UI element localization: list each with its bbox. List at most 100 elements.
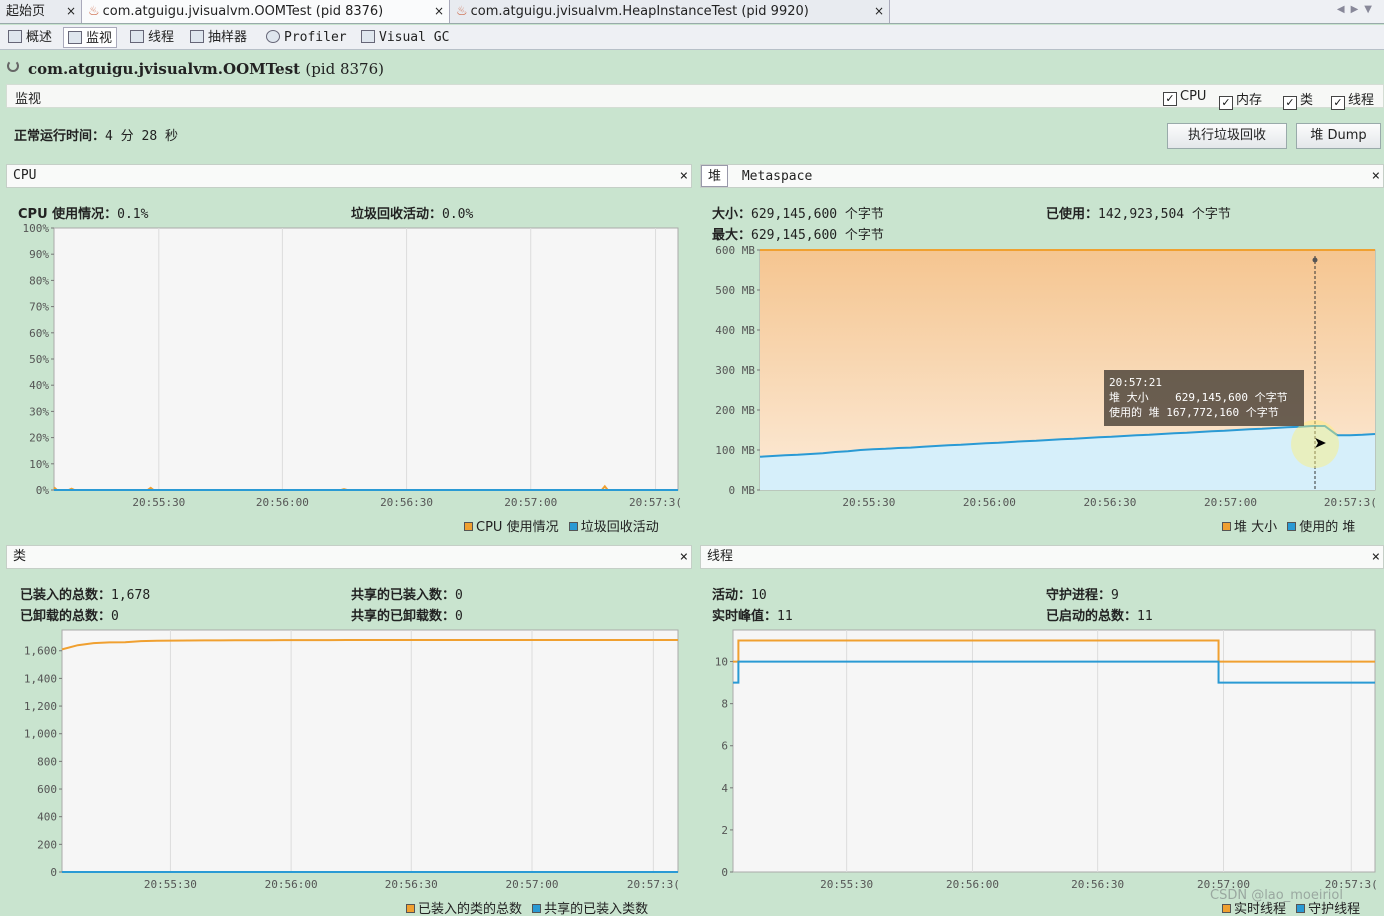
x-tick-label: 20:56:30 — [380, 496, 433, 509]
legend-label: 使用的 堆 — [1299, 520, 1356, 535]
tab-profiler[interactable]: Profiler — [262, 27, 351, 48]
y-tick-label: 1,600 — [24, 645, 57, 658]
stat-label: CPU 使用情况： — [18, 207, 118, 222]
stat-value: 629,145,600 个字节 — [751, 207, 884, 222]
y-tick-label: 200 MB — [715, 404, 755, 417]
tab-heapinstancetest[interactable]: ♨ com.atguigu.jvisualvm.HeapInstanceTest … — [450, 0, 890, 23]
plot-area — [61, 629, 679, 873]
tab-label: 线程 — [148, 30, 175, 45]
heap-max-stat: 最大：629,145,600 个字节 — [712, 224, 884, 243]
cpu-chart: 20:55:30 20:56:00 20:56:30 20:57:00 20:57:3(… — [23, 222, 683, 509]
x-tick-label: 20:56:00 — [963, 496, 1016, 509]
checkbox-checked-icon: ✓ — [1219, 96, 1233, 110]
y-tick-label: 500 MB — [715, 284, 755, 297]
close-icon[interactable]: × — [66, 0, 76, 23]
tab-threads[interactable]: 线程 — [126, 27, 178, 48]
y-tick-label: 400 MB — [715, 324, 755, 337]
app-name: com.atguigu.jvisualvm.OOMTest — [28, 60, 301, 78]
tab-sampler[interactable]: 抽样器 — [186, 27, 251, 48]
y-tick-label: 90% — [29, 248, 49, 261]
y-tick-label: 0% — [36, 484, 50, 497]
tooltip-time: 20:57:21 — [1109, 376, 1162, 389]
x-tick-label: 20:57:3( — [627, 878, 680, 891]
tab-overview[interactable]: 概述 — [4, 27, 56, 48]
stat-value: 11 — [777, 609, 793, 624]
legend-label: 垃圾回收活动 — [580, 520, 659, 535]
y-tick-label: 200 — [37, 838, 57, 851]
stat-label: 已装入的总数： — [20, 588, 112, 603]
live-threads-stat: 活动：10 — [712, 584, 767, 603]
y-tick-label: 4 — [721, 782, 728, 795]
tab-monitor[interactable]: 监视 — [63, 27, 118, 48]
close-icon[interactable]: × — [1372, 165, 1380, 187]
stat-value: 0.1% — [117, 207, 149, 222]
y-tick-label: 10 — [715, 656, 728, 669]
y-tick-label: 60% — [29, 327, 49, 340]
checkbox-label: 类 — [1300, 93, 1314, 108]
heap-dump-button[interactable]: 堆 Dump — [1296, 123, 1381, 149]
classes-legend: 已装入的类的总数 共享的已装入类数 — [400, 898, 648, 916]
legend-label: 实时线程 — [1234, 902, 1287, 916]
x-tick-label: 20:55:30 — [144, 878, 197, 891]
y-tick-label: 20% — [29, 432, 49, 445]
y-tick-label: 800 — [37, 755, 57, 768]
x-tick-label: 20:57:3( — [1324, 496, 1377, 509]
checkbox-checked-icon: ✓ — [1163, 92, 1177, 106]
legend-label: 已装入的类的总数 — [418, 902, 523, 916]
y-tick-label: 100% — [23, 222, 50, 235]
daemon-threads-stat: 守护进程：9 — [1046, 584, 1119, 603]
checkbox-classes[interactable]: ✓ 类 — [1283, 89, 1313, 110]
monitor-section-bar: 监视 ✓ CPU ✓ 内存 ✓ 类 ✓ 线程 — [6, 84, 1384, 110]
gc-activity-stat: 垃圾回收活动：0.0% — [351, 203, 473, 222]
legend-label: 守护线程 — [1308, 902, 1361, 916]
close-icon[interactable]: × — [680, 165, 688, 187]
sampler-icon — [190, 30, 204, 43]
legend-swatch — [568, 522, 578, 531]
y-tick-label: 0 — [721, 866, 728, 879]
close-icon[interactable]: × — [680, 546, 688, 568]
legend-label: 共享的已装入类数 — [544, 902, 649, 916]
stat-label: 已卸载的总数： — [20, 609, 112, 624]
y-tick-label: 8 — [721, 698, 728, 711]
tab-metaspace[interactable]: Metaspace — [736, 166, 818, 188]
x-tick-label: 20:56:00 — [256, 496, 309, 509]
tab-oomtest[interactable]: ♨ com.atguigu.jvisualvm.OOMTest (pid 8376… — [82, 0, 450, 23]
checkbox-threads[interactable]: ✓ 线程 — [1331, 89, 1374, 110]
close-icon[interactable]: × — [434, 0, 444, 23]
shared-loaded-stat: 共享的已装入数：0 — [351, 584, 463, 603]
classes-loaded-stat: 已装入的总数：1,678 — [20, 584, 150, 603]
classes-unloaded-stat: 已卸载的总数：0 — [20, 605, 119, 624]
shared-unloaded-stat: 共享的已卸载数：0 — [351, 605, 463, 624]
x-tick-label: 20:57:00 — [506, 878, 559, 891]
heap-panel-header: 堆 Metaspace × — [700, 164, 1384, 188]
threads-chart: 20:55:30 20:56:00 20:56:30 20:57:00 20:57:3(… — [715, 629, 1378, 891]
tab-heap[interactable]: 堆 — [701, 165, 729, 187]
stat-value: 629,145,600 个字节 — [751, 228, 884, 243]
tab-label: 起始页 — [6, 4, 46, 19]
app-pid: (pid 8376) — [305, 60, 384, 78]
heap-legend: 堆 大小 使用的 堆 — [1216, 516, 1355, 535]
y-tick-label: 600 MB — [715, 244, 755, 257]
threads-panel-header: 线程 × — [700, 545, 1384, 569]
tab-visual-gc[interactable]: Visual GC — [357, 27, 453, 48]
stat-label: 已使用： — [1046, 207, 1099, 222]
x-tick-label: 20:56:30 — [1071, 878, 1124, 891]
checkbox-memory[interactable]: ✓ 内存 — [1219, 89, 1262, 110]
view-tab-bar: 概述 监视 线程 抽样器 Profiler Visual GC — [0, 25, 1384, 50]
y-tick-label: 50% — [29, 353, 49, 366]
stat-value: 9 — [1111, 588, 1119, 603]
perform-gc-button[interactable]: 执行垃圾回收 — [1167, 123, 1287, 149]
y-tick-label: 6 — [721, 740, 728, 753]
y-tick-label: 1,200 — [24, 700, 57, 713]
stat-value: 0 — [455, 588, 463, 603]
stat-label: 已启动的总数： — [1046, 609, 1138, 624]
close-icon[interactable]: × — [874, 0, 884, 23]
y-tick-label: 30% — [29, 405, 49, 418]
close-icon[interactable]: × — [1372, 546, 1380, 568]
java-icon: ♨ — [88, 4, 100, 19]
legend-swatch — [1287, 522, 1297, 531]
tab-scroll-arrows-icon[interactable]: ◀▶▼ — [1337, 4, 1378, 15]
checkbox-cpu[interactable]: ✓ CPU — [1163, 89, 1206, 106]
plot-area — [53, 227, 679, 491]
tab-start-page[interactable]: 起始页 × — [0, 0, 82, 23]
